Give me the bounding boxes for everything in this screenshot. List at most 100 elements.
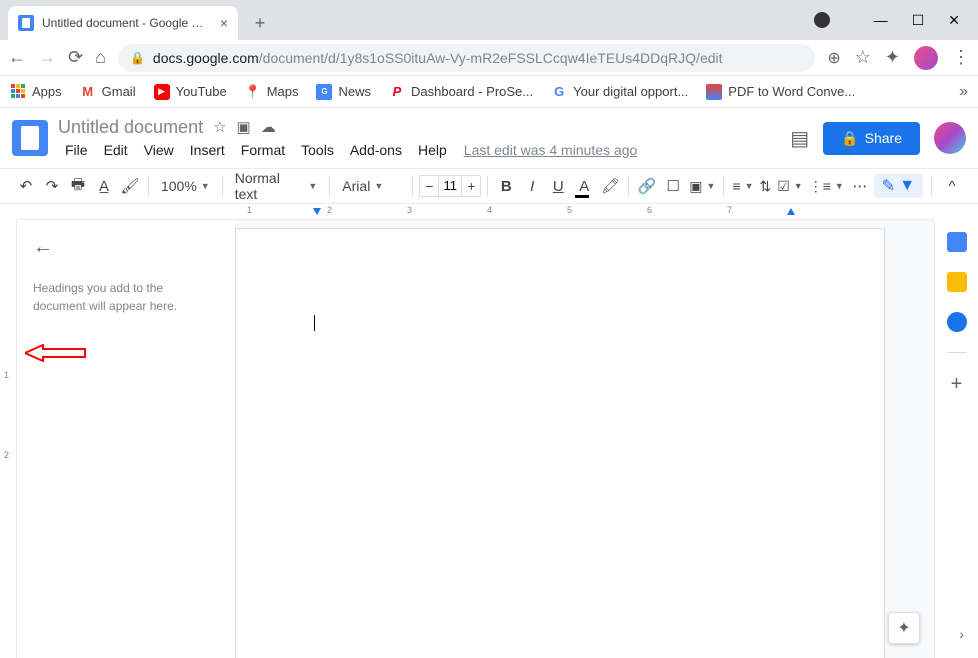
bookmark-apps[interactable]: Apps bbox=[10, 84, 62, 100]
cloud-status-icon[interactable]: ☁ bbox=[261, 118, 276, 136]
forward-button[interactable]: → bbox=[38, 47, 56, 68]
move-folder-icon[interactable]: ▣ bbox=[237, 118, 251, 136]
star-icon[interactable]: ☆ bbox=[213, 118, 226, 136]
chrome-menu-icon[interactable]: ⋮ bbox=[952, 47, 970, 68]
lock-icon: 🔒 bbox=[130, 51, 145, 65]
bookmark-maps[interactable]: 📍 Maps bbox=[245, 84, 299, 100]
chevron-down-icon: ▼ bbox=[835, 181, 844, 191]
bookmark-news[interactable]: G News bbox=[316, 84, 371, 100]
comments-icon[interactable]: ▤ bbox=[790, 126, 809, 151]
document-page[interactable] bbox=[235, 228, 885, 658]
font-size-value[interactable]: 11 bbox=[438, 176, 462, 196]
separator bbox=[947, 352, 967, 353]
calendar-app-icon[interactable] bbox=[947, 232, 967, 252]
paint-format-button[interactable]: 🖌 bbox=[118, 174, 142, 198]
menu-tools[interactable]: Tools bbox=[294, 140, 341, 160]
bookmark-dashboard[interactable]: P Dashboard - ProSe... bbox=[389, 84, 533, 100]
explore-button[interactable]: ✦ bbox=[888, 612, 920, 644]
text-cursor bbox=[314, 315, 315, 331]
menu-help[interactable]: Help bbox=[411, 140, 454, 160]
more-format-button[interactable]: ⋯ bbox=[848, 174, 872, 198]
minimize-button[interactable]: — bbox=[874, 12, 888, 28]
collapse-toolbar-button[interactable]: ^ bbox=[940, 174, 964, 198]
increase-font-button[interactable]: + bbox=[462, 178, 480, 194]
menu-addons[interactable]: Add-ons bbox=[343, 140, 409, 160]
horizontal-ruler[interactable]: 1 2 3 4 5 6 7 bbox=[17, 204, 934, 220]
bookmark-gmail[interactable]: M Gmail bbox=[80, 84, 136, 100]
underline-button[interactable]: U bbox=[546, 174, 570, 198]
add-addon-button[interactable]: + bbox=[951, 373, 963, 396]
insert-link-button[interactable]: 🔗 bbox=[635, 174, 659, 198]
bookmark-pdf[interactable]: PDF to Word Conve... bbox=[706, 84, 855, 100]
insert-image-button[interactable]: ▣ ▼ bbox=[687, 178, 717, 195]
print-button[interactable]: 🖶 bbox=[66, 174, 90, 198]
editing-mode-button[interactable]: ✎ ▼ bbox=[874, 174, 923, 198]
outline-collapse-button[interactable]: ← bbox=[33, 236, 53, 259]
line-spacing-button[interactable]: ⇅ bbox=[757, 178, 773, 195]
youtube-icon: ▶ bbox=[154, 84, 170, 100]
bookmark-digital[interactable]: G Your digital opport... bbox=[551, 84, 688, 100]
document-title[interactable]: Untitled document bbox=[58, 117, 203, 138]
right-margin-marker[interactable] bbox=[787, 208, 795, 215]
docs-logo[interactable] bbox=[12, 120, 48, 156]
insert-comment-button[interactable]: ☐ bbox=[661, 174, 685, 198]
menu-view[interactable]: View bbox=[137, 140, 181, 160]
bookmarks-overflow-icon[interactable]: » bbox=[959, 83, 968, 101]
keep-app-icon[interactable] bbox=[947, 272, 967, 292]
spellcheck-button[interactable]: A̲ bbox=[92, 174, 116, 198]
font-select[interactable]: Arial ▼ bbox=[336, 178, 406, 194]
bullet-list-icon: ⋮≡ bbox=[809, 178, 831, 195]
new-tab-button[interactable]: + bbox=[246, 9, 274, 37]
address-bar[interactable]: 🔒 docs.google.com/document/d/1y8s1oSS0it… bbox=[118, 44, 815, 72]
reload-button[interactable]: ⟳ bbox=[68, 47, 83, 68]
share-label: Share bbox=[865, 130, 902, 146]
ruler-mark: 2 bbox=[327, 205, 332, 215]
bookmark-youtube[interactable]: ▶ YouTube bbox=[154, 84, 227, 100]
paragraph-style-select[interactable]: Normal text ▼ bbox=[229, 170, 324, 202]
account-avatar[interactable] bbox=[934, 122, 966, 154]
extensions-icon[interactable]: ✦ bbox=[885, 47, 900, 68]
menu-edit[interactable]: Edit bbox=[97, 140, 135, 160]
back-button[interactable]: ← bbox=[8, 47, 26, 68]
browser-tab[interactable]: Untitled document - Google Docs × bbox=[8, 6, 238, 40]
redo-button[interactable]: ↷ bbox=[40, 174, 64, 198]
tab-title: Untitled document - Google Docs bbox=[42, 16, 212, 30]
document-canvas[interactable] bbox=[235, 220, 934, 658]
checklist-button[interactable]: ☑ ▼ bbox=[775, 178, 804, 195]
bookmark-label: Maps bbox=[267, 84, 299, 99]
browser-tab-strip: Untitled document - Google Docs × + — ☐ … bbox=[0, 0, 978, 40]
separator bbox=[222, 176, 223, 196]
indent-marker[interactable] bbox=[313, 208, 321, 215]
text-color-button[interactable]: A bbox=[572, 174, 596, 198]
vertical-ruler[interactable]: 1 2 bbox=[0, 220, 17, 658]
ruler-mark: 1 bbox=[4, 370, 9, 380]
align-button[interactable]: ≡ ▼ bbox=[730, 178, 755, 194]
highlight-button[interactable]: 🖍 bbox=[598, 174, 622, 198]
separator bbox=[723, 176, 724, 196]
formatting-toolbar: ↶ ↷ 🖶 A̲ 🖌 100% ▼ Normal text ▼ Arial ▼ … bbox=[0, 168, 978, 204]
gmail-icon: M bbox=[80, 84, 96, 100]
maximize-button[interactable]: ☐ bbox=[912, 12, 925, 29]
last-edit-link[interactable]: Last edit was 4 minutes ago bbox=[464, 142, 638, 158]
tasks-app-icon[interactable] bbox=[947, 312, 967, 332]
profile-badge-icon[interactable] bbox=[814, 12, 830, 28]
menu-insert[interactable]: Insert bbox=[183, 140, 232, 160]
search-icon[interactable]: ⊕ bbox=[827, 48, 840, 68]
bulleted-list-button[interactable]: ⋮≡ ▼ bbox=[807, 178, 846, 195]
close-tab-icon[interactable]: × bbox=[220, 15, 228, 31]
zoom-select[interactable]: 100% ▼ bbox=[155, 178, 216, 194]
menu-file[interactable]: File bbox=[58, 140, 95, 160]
share-button[interactable]: 🔒 Share bbox=[823, 122, 920, 155]
bold-button[interactable]: B bbox=[494, 174, 518, 198]
menu-format[interactable]: Format bbox=[234, 140, 292, 160]
side-panel: + bbox=[934, 220, 978, 658]
collapse-side-panel-button[interactable]: › bbox=[959, 626, 964, 642]
bookmark-star-icon[interactable]: ☆ bbox=[855, 47, 871, 68]
italic-button[interactable]: I bbox=[520, 174, 544, 198]
home-button[interactable]: ⌂ bbox=[95, 47, 106, 68]
decrease-font-button[interactable]: − bbox=[420, 178, 438, 194]
profile-avatar-icon[interactable] bbox=[914, 46, 938, 70]
undo-button[interactable]: ↶ bbox=[14, 174, 38, 198]
close-window-button[interactable]: ✕ bbox=[948, 12, 960, 29]
pinterest-icon: P bbox=[389, 84, 405, 100]
